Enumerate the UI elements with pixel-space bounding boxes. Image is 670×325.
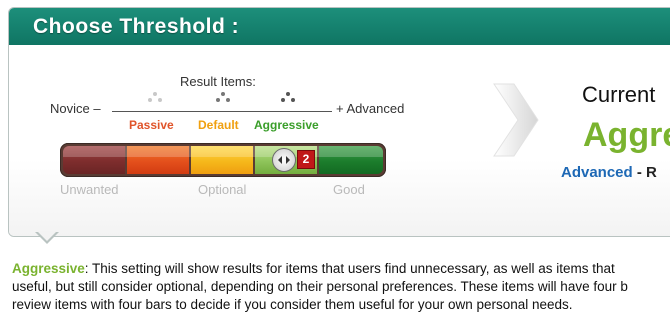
description-term: Aggressive	[12, 261, 85, 276]
aggressive-dots-icon	[281, 92, 295, 104]
description-line-1-text: : This setting will show results for ite…	[84, 261, 615, 276]
description-line-3: review items with four bars to decide if…	[12, 297, 573, 312]
slider-handle[interactable]	[272, 148, 296, 172]
callout-pointer-fill	[37, 231, 57, 241]
level-aggressive[interactable]: Aggressive	[254, 118, 319, 132]
level-passive[interactable]: Passive	[129, 118, 174, 132]
description-line-1: Aggressive: This setting will show resul…	[12, 260, 670, 278]
panel-header: Choose Threshold :	[9, 8, 670, 45]
current-mode-separator: - R	[636, 164, 657, 181]
threshold-slider[interactable]	[60, 143, 386, 177]
current-mode-line: Advanced - R	[561, 164, 657, 181]
default-dots-icon	[216, 92, 230, 104]
drag-arrows-icon	[278, 156, 290, 164]
description-line-2: useful, but still consider optional, dep…	[12, 279, 628, 294]
level-default[interactable]: Default	[198, 118, 239, 132]
current-mode-link[interactable]: Advanced	[561, 164, 633, 181]
threshold-description: Aggressive: This setting will show resul…	[12, 260, 670, 314]
passive-dots-icon	[148, 92, 162, 104]
threshold-panel: Choose Threshold :	[8, 7, 670, 237]
chevron-right-icon	[493, 83, 539, 157]
sub-label-optional: Optional	[198, 182, 247, 197]
panel-title: Choose Threshold :	[33, 15, 240, 38]
advanced-label: + Advanced	[336, 101, 405, 116]
panel-body	[9, 45, 670, 236]
sub-label-unwanted: Unwanted	[60, 182, 119, 197]
current-heading: Current	[582, 82, 656, 107]
scale-line	[112, 111, 332, 112]
sub-label-good: Good	[333, 182, 365, 197]
novice-label: Novice –	[50, 101, 101, 116]
current-threshold-value: Aggre	[583, 116, 670, 154]
step-badge: 2	[297, 150, 315, 169]
result-items-label: Result Items:	[180, 74, 256, 89]
slider-gloss	[63, 146, 383, 157]
